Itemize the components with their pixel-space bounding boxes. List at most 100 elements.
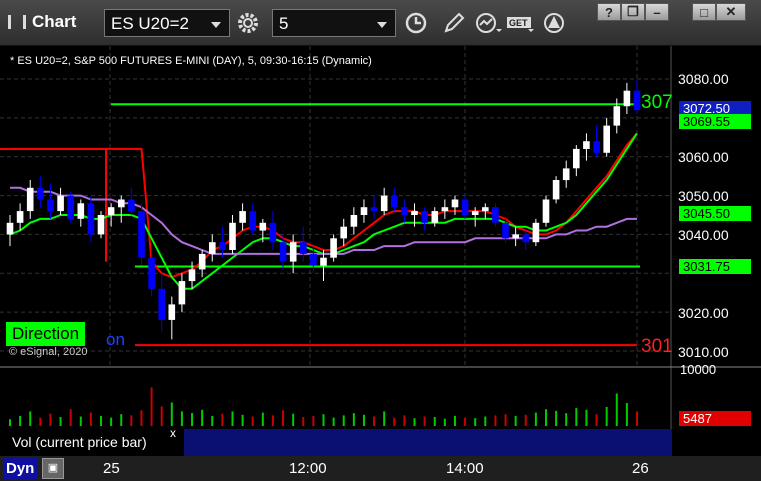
volume-legend-strip (184, 429, 672, 456)
candle-body-38 (391, 195, 398, 208)
candle-body-44 (451, 199, 459, 208)
clock-icon (405, 12, 427, 34)
candle-body-25 (259, 222, 267, 231)
mid-price-tag: 3045.50 (679, 206, 751, 221)
candle-body-60 (613, 106, 621, 126)
candle-body-1 (16, 211, 24, 223)
x-tick-26: 26 (632, 460, 649, 477)
candle-body-41 (421, 211, 428, 223)
candle-body-31 (320, 257, 327, 266)
close-button[interactable]: ✕ (716, 3, 746, 21)
maximize-button[interactable]: □ (692, 3, 716, 21)
candle-body-53 (542, 199, 550, 223)
x-tick-1200: 12:00 (289, 460, 327, 477)
candle-body-13 (138, 211, 145, 258)
candle-body-26 (269, 222, 277, 243)
symbol-value: ES U20=2 (111, 14, 189, 33)
interval-combo[interactable]: 5 (272, 9, 396, 37)
window-title[interactable]: Chart (8, 12, 76, 32)
candle-body-50 (512, 234, 519, 239)
candle-body-47 (482, 207, 489, 212)
candle-body-30 (310, 253, 317, 266)
pencil-icon (444, 12, 465, 33)
svg-text:GET: GET (509, 18, 528, 28)
candle-body-58 (593, 141, 600, 153)
restore-icon: ❐ (627, 4, 639, 19)
gear-button[interactable] (233, 9, 263, 37)
y-tick-3060: 3060.00 (678, 149, 729, 165)
volume-legend[interactable]: Vol (current price bar) (4, 430, 184, 454)
candle-body-14 (148, 257, 155, 289)
red-line-label: 301 (641, 336, 673, 357)
copyright: © eSignal, 2020 (9, 346, 88, 358)
candle-body-27 (279, 242, 287, 262)
close-icon: ✕ (725, 4, 737, 19)
get-button[interactable]: GET (506, 9, 536, 37)
volume-last-tag: 5487 (679, 411, 751, 426)
candle-body-11 (118, 199, 125, 208)
alert-icon (544, 13, 564, 33)
symbol-combo[interactable]: ES U20=2 (104, 9, 230, 37)
candle-body-49 (502, 222, 509, 239)
candle-body-37 (380, 195, 388, 212)
direction-label[interactable]: Direction (6, 322, 86, 346)
candle-body-57 (583, 141, 590, 149)
candle-body-56 (573, 148, 580, 169)
y-tick-3010: 3010.00 (678, 344, 729, 360)
candle-body-32 (330, 238, 337, 258)
candle-body-20 (209, 242, 216, 254)
minimize-button[interactable]: – (645, 3, 669, 21)
candle-body-3 (37, 187, 44, 200)
candle-body-12 (128, 199, 135, 212)
candle-body-45 (461, 199, 469, 215)
candle-body-35 (360, 207, 368, 215)
y-tick-3040: 3040.00 (678, 227, 729, 243)
candle-body-34 (350, 215, 358, 227)
candle-body-23 (239, 211, 246, 223)
chevron-down-icon[interactable] (377, 22, 387, 28)
volume-close-icon[interactable]: x (170, 426, 176, 440)
y-tick-3050: 3050.00 (678, 188, 729, 204)
candle-body-59 (603, 125, 610, 153)
candle-body-15 (158, 288, 165, 320)
lock-button[interactable]: ▣ (42, 458, 64, 479)
candle-body-42 (431, 211, 439, 223)
candle-body-21 (219, 242, 226, 250)
candle-body-16 (168, 304, 176, 320)
candle-body-19 (198, 253, 206, 270)
chevron-down-icon[interactable] (211, 22, 221, 28)
study-button[interactable] (473, 9, 503, 37)
green-line-label: 307 (641, 92, 673, 113)
draw-button[interactable] (439, 9, 469, 37)
window-title-text: Chart (32, 12, 77, 31)
get-icon: GET (507, 17, 534, 32)
candle-body-8 (87, 203, 95, 235)
candle-body-22 (229, 222, 236, 250)
clock-button[interactable] (401, 9, 431, 37)
candle-body-2 (26, 187, 34, 212)
help-icon: ? (605, 4, 613, 20)
help-button[interactable]: ? (597, 3, 621, 21)
candle-body-51 (522, 234, 530, 243)
candle-body-46 (471, 211, 479, 215)
chart-titlebar: Chart ES U20=2 5 GET ? ❐ – □ ✕ (0, 0, 761, 46)
maximize-icon: □ (700, 4, 708, 20)
candle-body-33 (340, 226, 347, 239)
candle-body-17 (178, 281, 186, 305)
candle-body-4 (47, 199, 54, 212)
volume-axis-top: 10000 (680, 362, 717, 377)
y-tick-3080: 3080.00 (678, 71, 729, 87)
candle-body-48 (492, 207, 499, 223)
candle-body-55 (562, 168, 570, 181)
candle-body-61 (623, 90, 631, 107)
candle-body-40 (411, 211, 418, 215)
candle-body-7 (77, 203, 85, 219)
minimize-icon: – (653, 4, 661, 20)
restore-button[interactable]: ❐ (621, 3, 645, 21)
x-tick-1400: 14:00 (446, 460, 484, 477)
candle-body-36 (370, 207, 378, 212)
dyn-button[interactable]: Dyn (3, 458, 37, 479)
alert-button[interactable] (539, 9, 569, 37)
low-line-tag: 3031.75 (679, 259, 751, 274)
candle-body-39 (401, 207, 408, 215)
